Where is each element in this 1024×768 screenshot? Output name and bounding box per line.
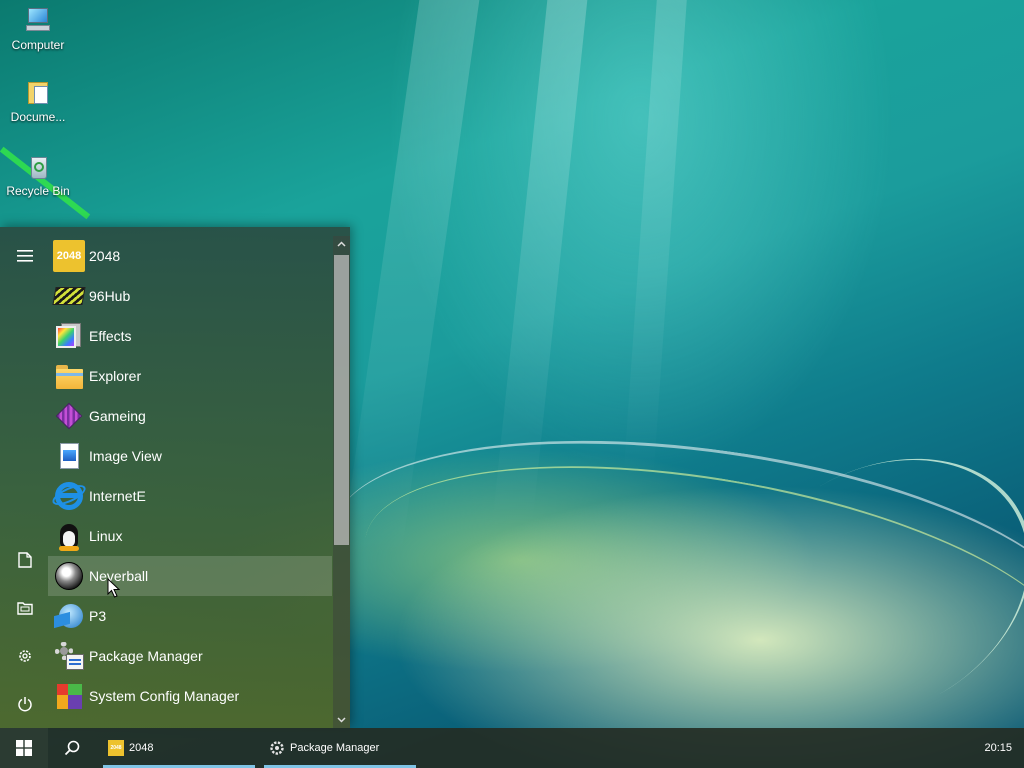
app-item-system-config-manager[interactable]: System Config Manager: [48, 676, 332, 716]
tux-penguin-icon: [53, 520, 85, 552]
search-button[interactable]: [50, 728, 94, 768]
power-icon: [18, 697, 32, 712]
chevron-up-icon: [337, 241, 346, 247]
2048-icon: 2048: [53, 240, 85, 272]
app-item-internete[interactable]: InternetE: [48, 476, 332, 516]
app-item-2048[interactable]: 2048 2048: [48, 236, 332, 276]
chevron-down-icon: [337, 717, 346, 723]
folder-icon: [53, 360, 85, 392]
app-item-effects[interactable]: Effects: [48, 316, 332, 356]
cube-icon: [53, 400, 85, 432]
globe-icon: [53, 600, 85, 632]
app-label: P3: [89, 608, 107, 624]
documents-button[interactable]: [9, 546, 41, 574]
wallpaper-light-streak: [623, 0, 687, 480]
taskbar-item-package-manager[interactable]: Package Manager: [264, 728, 416, 768]
wallpaper-wave: [681, 406, 1024, 768]
app-label: InternetE: [89, 488, 146, 504]
app-label: Gameing: [89, 408, 146, 424]
desktop-icon-label: Docume...: [10, 110, 66, 124]
ball-icon: [53, 560, 85, 592]
package-manager-icon: [53, 640, 85, 672]
internet-explorer-icon: [49, 480, 89, 512]
image-icon: [53, 440, 85, 472]
wallpaper-light-streak: [492, 0, 588, 520]
app-label: Neverball: [89, 568, 149, 584]
app-label: 96Hub: [89, 288, 131, 304]
documents-icon: [22, 76, 54, 108]
clock[interactable]: 20:15: [984, 728, 1012, 768]
app-item-image-view[interactable]: Image View: [48, 436, 332, 476]
windows-logo-icon: [16, 740, 32, 756]
app-item-p3[interactable]: P3: [48, 596, 332, 636]
desktop-icon-documents[interactable]: Docume...: [4, 76, 72, 124]
app-item-96hub[interactable]: 96Hub: [48, 276, 332, 316]
app-label: 2048: [89, 248, 121, 264]
app-label: Package Manager: [89, 648, 203, 664]
app-list: 2048 2048 96Hub Effects Explorer Gameing…: [48, 236, 332, 728]
hamburger-icon: [17, 250, 33, 262]
document-icon: [18, 552, 32, 568]
start-button[interactable]: [0, 728, 48, 768]
app-item-explorer[interactable]: Explorer: [48, 356, 332, 396]
start-menu: 2048 2048 96Hub Effects Explorer Gameing…: [0, 227, 350, 728]
app-label: System Config Manager: [89, 688, 240, 704]
wallpaper-light-streak: [340, 0, 480, 560]
scroll-thumb[interactable]: [334, 255, 349, 545]
taskbar-item-label: 2048: [129, 742, 154, 754]
desktop-icon-label: Recycle Bin: [6, 184, 70, 198]
taskbar-item-2048[interactable]: 2048 2048: [103, 728, 255, 768]
app-item-neverball[interactable]: Neverball: [48, 556, 332, 596]
app-item-gameing[interactable]: Gameing: [48, 396, 332, 436]
computer-icon: [22, 4, 54, 36]
scroll-up-button[interactable]: [333, 236, 350, 252]
scroll-down-button[interactable]: [333, 712, 350, 728]
app-label: Explorer: [89, 368, 142, 384]
system-config-icon: [53, 680, 85, 712]
search-icon: [64, 740, 80, 756]
pictures-folder-icon: [17, 602, 33, 615]
app-list-scrollbar[interactable]: [333, 236, 350, 728]
desktop-icon-label: Computer: [11, 38, 65, 52]
wallpaper-wave: [315, 398, 1024, 762]
effects-icon: [53, 320, 85, 352]
taskbar: 2048 2048 Package Manager 20:15: [0, 728, 1024, 768]
settings-button[interactable]: [9, 642, 41, 670]
recycle-bin-icon: [22, 150, 54, 182]
wallpaper-wave: [344, 419, 1024, 768]
96hub-icon: [52, 280, 86, 312]
app-label: Image View: [89, 448, 162, 464]
2048-icon: 2048: [108, 740, 124, 756]
menu-toggle-button[interactable]: [9, 242, 41, 270]
start-menu-rail: [0, 227, 50, 728]
desktop-icon-recycle-bin[interactable]: Recycle Bin: [4, 150, 72, 198]
taskbar-item-label: Package Manager: [290, 742, 380, 754]
power-button[interactable]: [9, 690, 41, 718]
gear-icon: [269, 740, 285, 756]
app-label: Linux: [89, 528, 123, 544]
gear-icon: [19, 650, 31, 662]
app-item-package-manager[interactable]: Package Manager: [48, 636, 332, 676]
desktop-icon-computer[interactable]: Computer: [4, 4, 72, 52]
pictures-button[interactable]: [9, 594, 41, 622]
app-item-linux[interactable]: Linux: [48, 516, 332, 556]
app-label: Effects: [89, 328, 132, 344]
